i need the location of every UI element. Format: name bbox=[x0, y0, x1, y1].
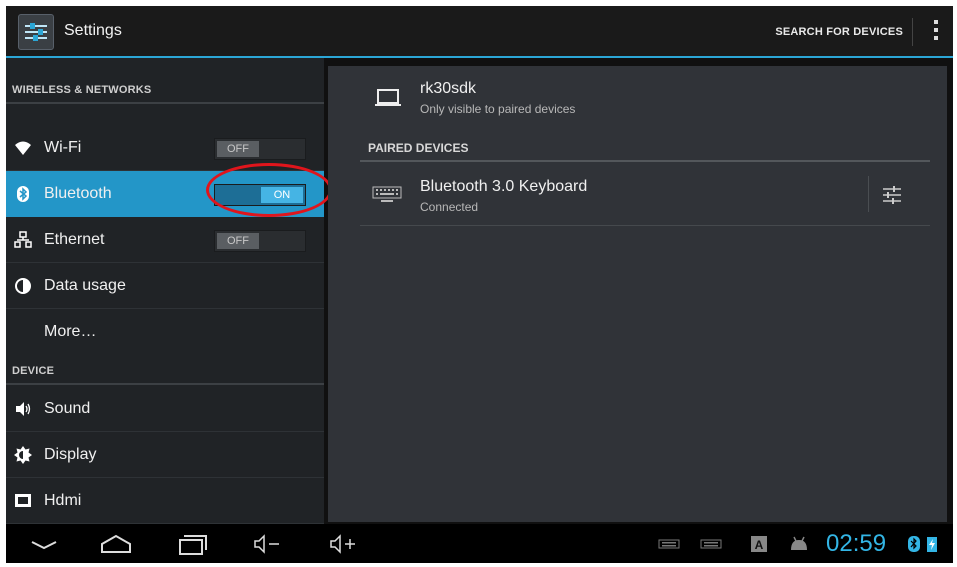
this-device-visibility: Only visible to paired devices bbox=[420, 102, 576, 116]
sidebar-item-display[interactable]: Display bbox=[6, 432, 324, 478]
bluetooth-detail-pane: rk30sdk Only visible to paired devices P… bbox=[328, 66, 947, 522]
battery-charging-icon bbox=[927, 537, 937, 552]
action-bar-divider bbox=[912, 18, 913, 46]
paired-devices-header: PAIRED DEVICES bbox=[360, 136, 930, 162]
bluetooth-icon bbox=[17, 186, 29, 202]
svg-text:A: A bbox=[755, 538, 764, 552]
volume-down-icon[interactable] bbox=[252, 532, 284, 556]
wifi-toggle[interactable]: OFF bbox=[214, 138, 306, 160]
sidebar-item-label: Bluetooth bbox=[44, 185, 112, 202]
hide-keyboard-icon[interactable] bbox=[28, 532, 60, 556]
wifi-icon bbox=[15, 141, 31, 155]
laptop-icon bbox=[375, 89, 401, 106]
home-icon[interactable] bbox=[98, 532, 134, 556]
device-header: DEVICE bbox=[6, 355, 324, 385]
sidebar-item-label: Sound bbox=[44, 400, 91, 417]
sidebar-item-label: Data usage bbox=[44, 277, 126, 294]
sidebar-item-label: More… bbox=[44, 323, 97, 340]
sidebar-item-hdmi[interactable]: Hdmi bbox=[6, 478, 324, 524]
this-device-name[interactable]: rk30sdk bbox=[420, 80, 476, 98]
wireless-networks-header: WIRELESS & NETWORKS bbox=[6, 58, 324, 104]
speaker-icon bbox=[16, 402, 31, 416]
keyboard-status-icon-2 bbox=[700, 539, 722, 549]
sidebar-item-ethernet[interactable]: Ethernet OFF bbox=[6, 217, 324, 263]
sidebar-item-label: Hdmi bbox=[44, 492, 82, 509]
data-usage-icon bbox=[15, 278, 31, 294]
ethernet-toggle[interactable]: OFF bbox=[214, 230, 306, 252]
sidebar-item-label: Ethernet bbox=[44, 231, 105, 248]
recent-apps-icon[interactable] bbox=[176, 532, 210, 556]
sidebar-item-label: Display bbox=[44, 446, 97, 463]
volume-up-icon[interactable] bbox=[328, 532, 360, 556]
android-debug-icon bbox=[791, 536, 807, 550]
settings-sidebar: WIRELESS & NETWORKS Wi-Fi OFF Bluetooth … bbox=[6, 58, 324, 524]
sidebar-item-sound[interactable]: Sound bbox=[6, 386, 324, 432]
ethernet-icon bbox=[14, 231, 32, 248]
tablet-screen: Settings SEARCH FOR DEVICES WIRELESS & N… bbox=[6, 6, 953, 563]
system-navigation-bar: A 02:59 bbox=[6, 524, 953, 563]
bluetooth-status-icon bbox=[908, 536, 920, 552]
brightness-icon bbox=[14, 446, 32, 464]
overflow-menu-icon[interactable] bbox=[933, 20, 939, 44]
highlight-annotation-circle bbox=[206, 163, 332, 217]
toggle-state: OFF bbox=[217, 141, 259, 157]
sidebar-item-label: Wi-Fi bbox=[44, 139, 82, 156]
paired-device-row[interactable]: Bluetooth 3.0 Keyboard Connected bbox=[360, 166, 930, 226]
clock-time[interactable]: 02:59 bbox=[826, 530, 886, 558]
settings-app-icon[interactable] bbox=[18, 14, 54, 50]
action-bar: Settings SEARCH FOR DEVICES bbox=[6, 6, 953, 58]
page-title: Settings bbox=[64, 22, 122, 39]
row-divider bbox=[868, 176, 869, 212]
input-method-icon: A bbox=[751, 536, 767, 552]
device-settings-icon[interactable] bbox=[880, 182, 904, 206]
keyboard-icon bbox=[372, 186, 402, 202]
toggle-state: OFF bbox=[217, 233, 259, 249]
paired-device-name: Bluetooth 3.0 Keyboard bbox=[420, 178, 588, 195]
sidebar-item-more[interactable]: More… bbox=[6, 309, 324, 355]
sidebar-item-data-usage[interactable]: Data usage bbox=[6, 263, 324, 309]
paired-device-status: Connected bbox=[420, 200, 479, 214]
search-for-devices-button[interactable]: SEARCH FOR DEVICES bbox=[775, 26, 903, 38]
keyboard-status-icon bbox=[658, 539, 680, 549]
hdmi-icon bbox=[15, 494, 31, 507]
